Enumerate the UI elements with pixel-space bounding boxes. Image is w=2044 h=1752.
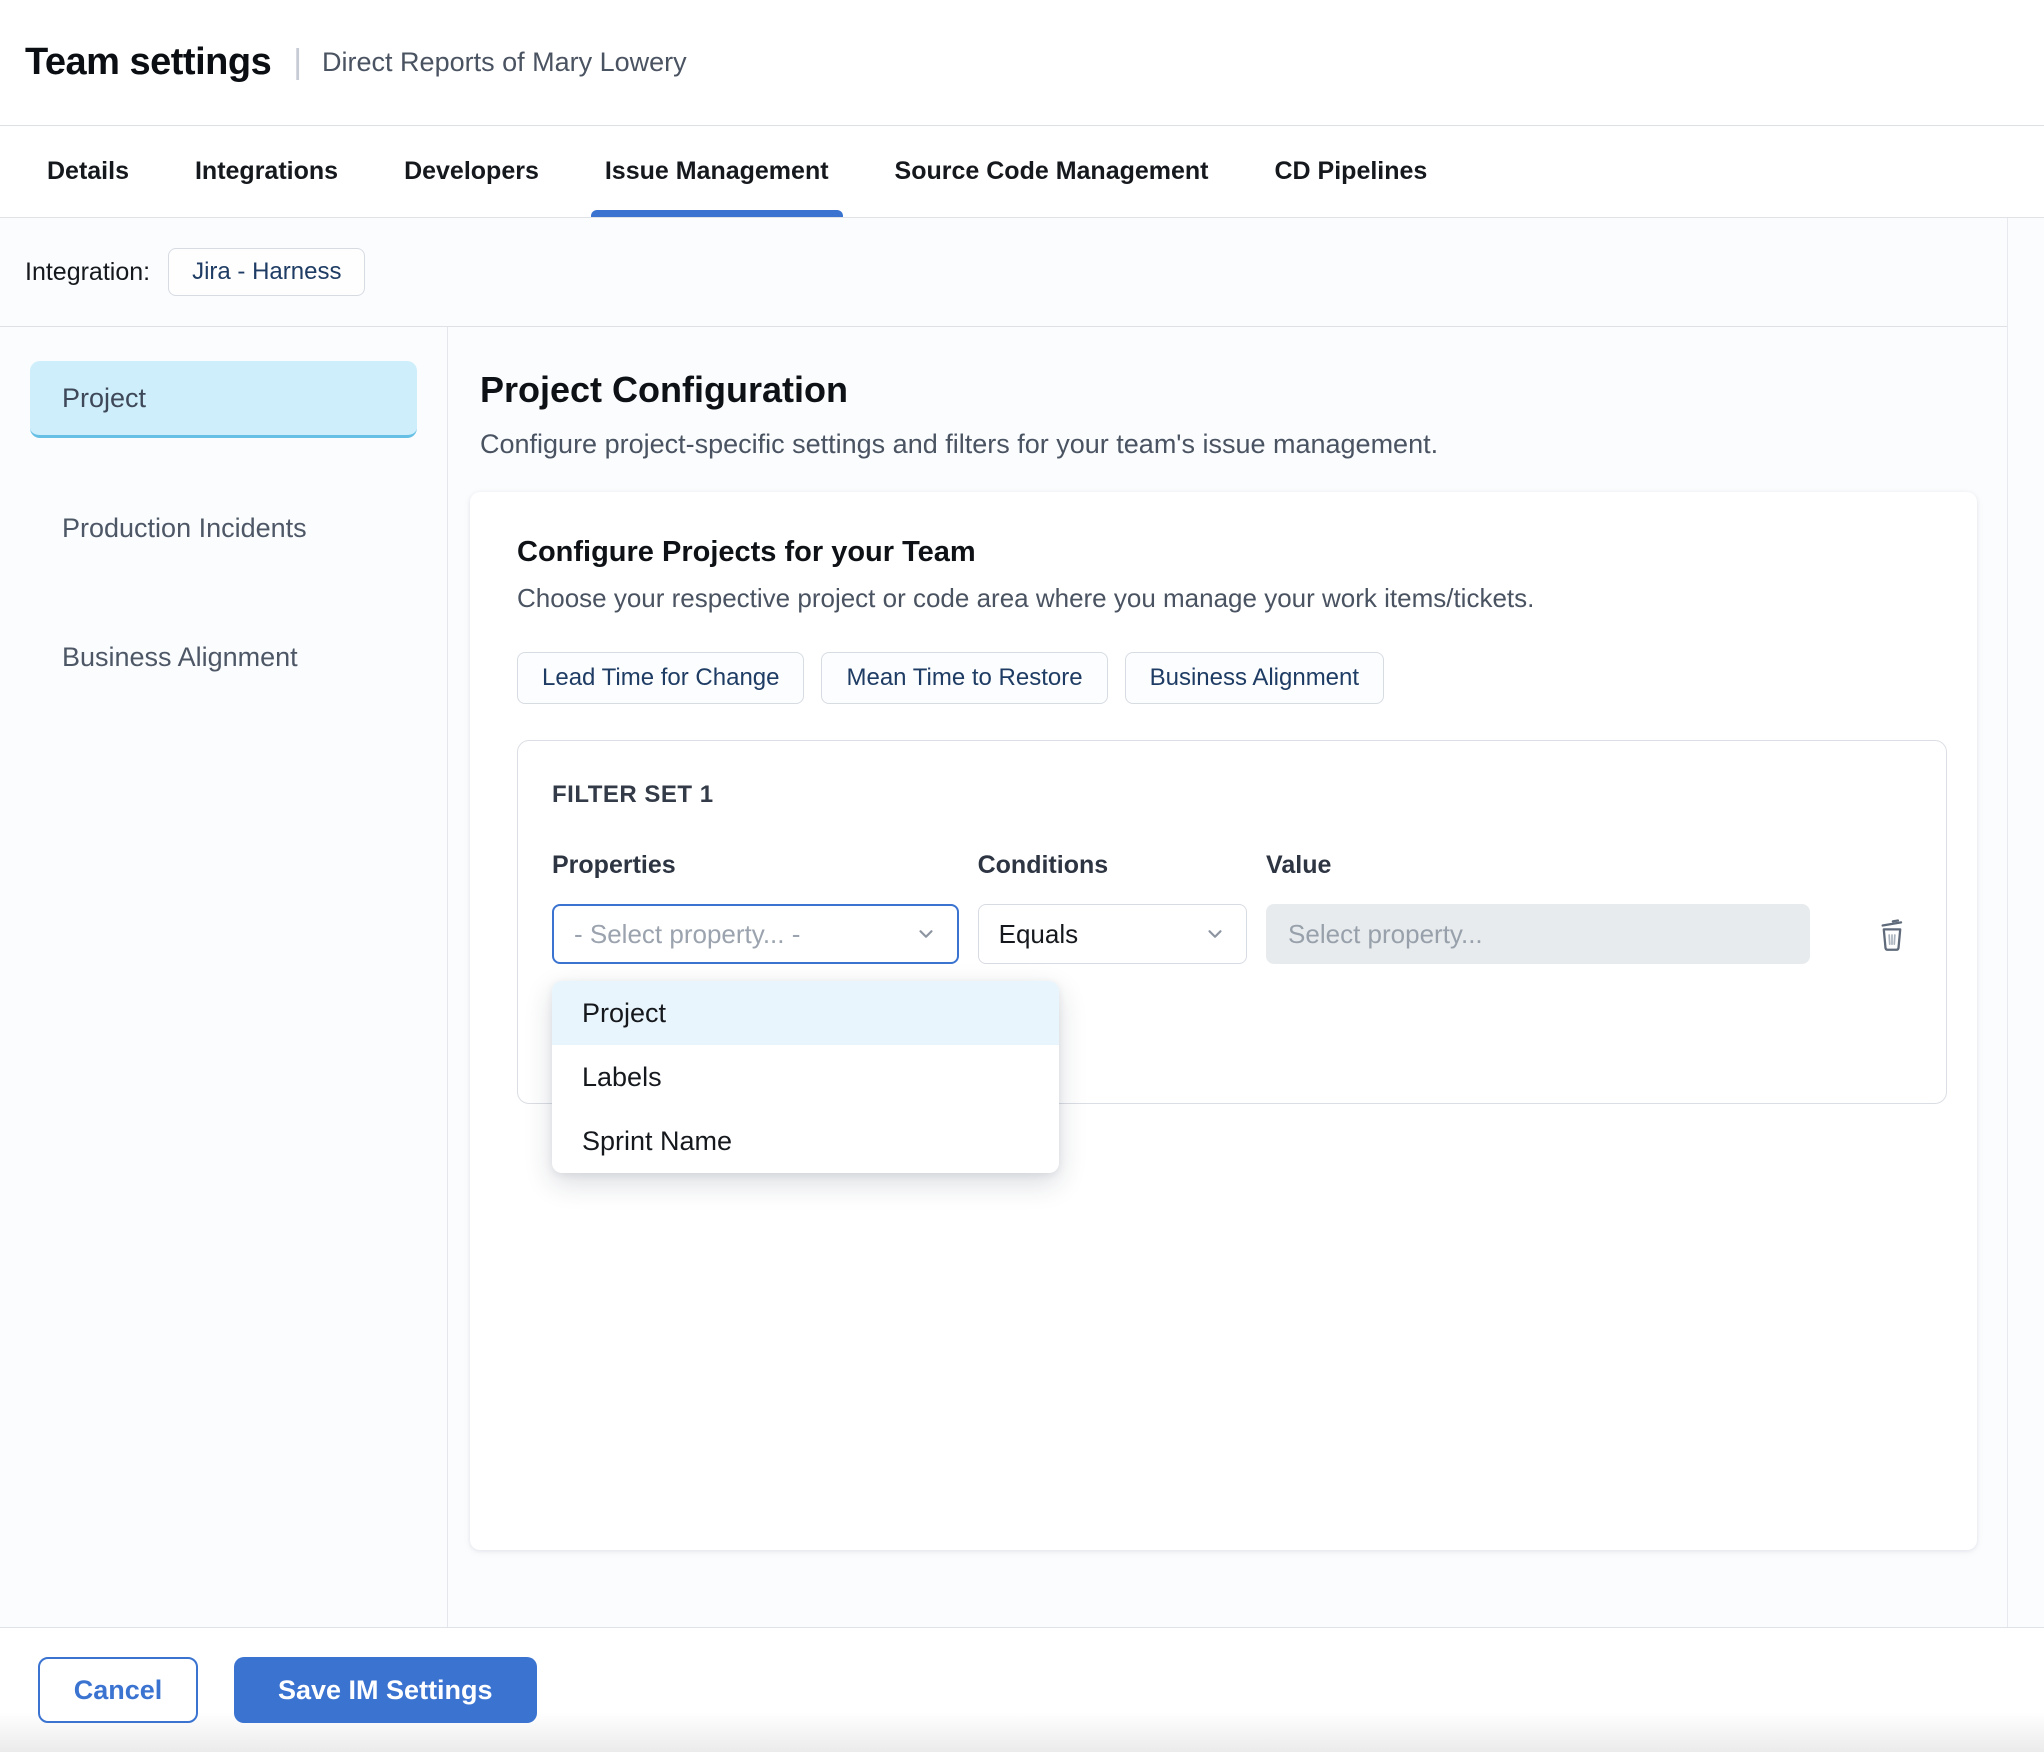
filter-set-1: FILTER SET 1 Properties - Select propert… xyxy=(517,740,1947,1173)
tab-integrations[interactable]: Integrations xyxy=(195,126,338,217)
card-description: Choose your respective project or code a… xyxy=(517,583,1535,613)
filter-set-title: FILTER SET 1 xyxy=(552,781,714,808)
metric-pill-row: Lead Time for Change Mean Time to Restor… xyxy=(517,652,1930,704)
integration-row: Integration: Jira - Harness xyxy=(0,218,2007,327)
pill-business-alignment[interactable]: Business Alignment xyxy=(1124,652,1385,704)
tab-details[interactable]: Details xyxy=(47,126,129,217)
tab-bar: Details Integrations Developers Issue Ma… xyxy=(0,126,2044,218)
condition-select[interactable]: Equals xyxy=(977,904,1248,964)
sidebar-item-project[interactable]: Project xyxy=(30,361,417,438)
card-title: Configure Projects for your Team xyxy=(517,536,976,568)
value-input[interactable] xyxy=(1266,904,1810,964)
conditions-column: Conditions Equals xyxy=(977,851,1248,964)
pill-lead-time-for-change[interactable]: Lead Time for Change xyxy=(517,652,805,704)
property-select-placeholder: - Select property... - xyxy=(574,918,801,949)
value-column-label: Value xyxy=(1266,851,1332,879)
dropdown-option-project[interactable]: Project xyxy=(552,981,1059,1045)
app-header: Team settings | Direct Reports of Mary L… xyxy=(0,0,2044,126)
tab-cd-pipelines[interactable]: CD Pipelines xyxy=(1275,126,1428,217)
pill-mean-time-to-restore[interactable]: Mean Time to Restore xyxy=(821,652,1108,704)
dropdown-option-sprint-name[interactable]: Sprint Name xyxy=(552,1109,1059,1173)
main-panel: Project Configuration Configure project-… xyxy=(448,327,2007,1627)
sidebar-item-business-alignment[interactable]: Business Alignment xyxy=(30,619,417,696)
section-title: Project Configuration xyxy=(480,369,848,410)
properties-column-label: Properties xyxy=(552,851,676,879)
dropdown-option-labels[interactable]: Labels xyxy=(552,1045,1059,1109)
integration-label: Integration: xyxy=(25,257,151,286)
tab-source-code-management[interactable]: Source Code Management xyxy=(895,126,1209,217)
delete-filter-button[interactable] xyxy=(1873,913,1912,957)
trash-icon xyxy=(1881,919,1903,951)
properties-column: Properties - Select property... - xyxy=(552,851,959,964)
body-area: Project Production Incidents Business Al… xyxy=(0,327,2007,1627)
page-title: Team settings xyxy=(25,41,272,83)
configure-projects-card: Configure Projects for your Team Choose … xyxy=(470,492,1977,1550)
title-separator: | xyxy=(293,43,303,81)
chevron-down-icon xyxy=(1208,930,1222,938)
sidebar-item-production-incidents[interactable]: Production Incidents xyxy=(30,490,417,567)
cancel-button[interactable]: Cancel xyxy=(38,1657,198,1723)
property-dropdown-menu: Project Labels Sprint Name xyxy=(552,981,1059,1173)
content-wrapper: Integration: Jira - Harness Project Prod… xyxy=(0,218,2008,1627)
section-description: Configure project-specific settings and … xyxy=(480,429,1439,459)
chevron-down-icon xyxy=(919,930,933,938)
footer-action-bar: Cancel Save IM Settings xyxy=(0,1627,2044,1752)
conditions-column-label: Conditions xyxy=(977,851,1109,879)
filter-row: Properties - Select property... - Condit… xyxy=(552,851,1912,964)
property-select[interactable]: - Select property... - xyxy=(552,904,959,964)
integration-badge[interactable]: Jira - Harness xyxy=(168,248,366,296)
tab-developers[interactable]: Developers xyxy=(404,126,539,217)
value-column: Value xyxy=(1266,851,1810,964)
sidebar: Project Production Incidents Business Al… xyxy=(0,327,448,1627)
save-im-settings-button[interactable]: Save IM Settings xyxy=(234,1657,537,1723)
team-name-subtitle: Direct Reports of Mary Lowery xyxy=(322,47,687,77)
tab-issue-management[interactable]: Issue Management xyxy=(590,126,843,217)
condition-select-value: Equals xyxy=(998,918,1079,949)
